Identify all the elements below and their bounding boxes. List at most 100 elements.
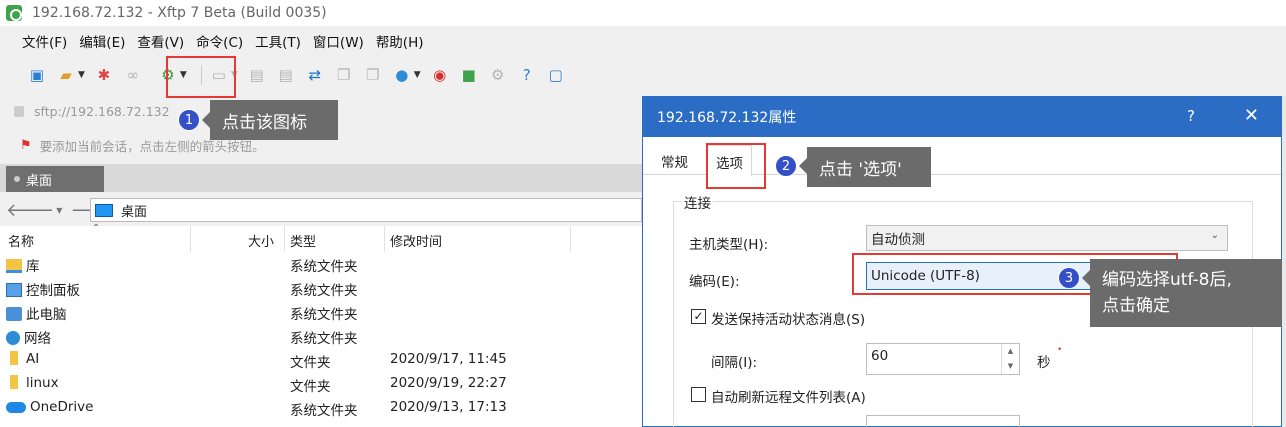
red-mark-icon: • — [1057, 345, 1063, 355]
table-row[interactable]: 此电脑 系统文件夹 — [0, 300, 642, 324]
keepalive-checkbox[interactable]: ✓ — [691, 309, 706, 324]
host-type-select[interactable]: 自动侦测 ⌄ — [866, 225, 1228, 251]
globe-dropdown-icon[interactable]: ▼ — [414, 70, 421, 80]
dialog-close-button[interactable]: ✕ — [1244, 105, 1259, 126]
connection-group-label: 连接 — [682, 192, 713, 212]
computer-icon — [6, 307, 22, 321]
back-dropdown-icon[interactable]: ▼ — [56, 206, 62, 215]
autorefresh-checkbox[interactable] — [691, 387, 706, 402]
col-header-name[interactable]: 名称 — [8, 231, 34, 250]
column-divider[interactable] — [570, 226, 571, 252]
autorefresh-label: 自动刷新远程文件列表(A) — [711, 390, 866, 406]
open-dropdown-icon[interactable]: ▼ — [78, 70, 85, 80]
tab-desktop[interactable]: 桌面 — [6, 166, 104, 192]
file-name: linux — [26, 375, 59, 391]
address-bar[interactable]: sftp://192.168.72.132 — [14, 100, 204, 122]
title-bar: 192.168.72.132 - Xftp 7 Beta (Build 0035… — [0, 0, 1286, 26]
table-row[interactable]: 库 系统文件夹 — [0, 252, 642, 276]
menu-file[interactable]: 文件(F) — [16, 31, 73, 51]
lock-icon — [14, 105, 24, 117]
host-type-value: 自动侦测 — [871, 232, 925, 248]
highlight-properties-icon — [166, 56, 236, 98]
dialog-title-bar: 192.168.72.132属性 ? ✕ — [643, 97, 1281, 137]
menu-view[interactable]: 查看(V) — [131, 31, 190, 51]
file-name: 库 — [26, 259, 40, 275]
file-type: 系统文件夹 — [290, 403, 358, 419]
file-type: 文件夹 — [290, 379, 331, 395]
sort-caret-icon: ⌃ — [92, 223, 101, 234]
menu-command[interactable]: 命令(C) — [190, 31, 249, 51]
menu-edit[interactable]: 编辑(E) — [73, 31, 131, 51]
file-modified: 2020/9/19, 22:27 — [390, 375, 507, 391]
interval-label: 间隔(I): — [711, 355, 758, 371]
upload-icon: ▤ — [249, 66, 264, 84]
sync-icon[interactable]: ⇄ — [304, 64, 326, 86]
col-header-modified[interactable]: 修改时间 — [390, 231, 442, 250]
file-name: AI — [26, 351, 40, 367]
highlight-options-tab — [706, 143, 766, 189]
tab-status-icon — [14, 176, 20, 182]
callout-3: 编码选择utf-8后, 点击确定 — [1090, 259, 1282, 327]
control-panel-icon — [6, 283, 22, 297]
onedrive-icon — [6, 402, 26, 413]
col-header-type[interactable]: 类型 — [290, 231, 316, 250]
table-row[interactable]: OneDrive 系统文件夹 2020/9/13, 17:13 — [0, 396, 642, 420]
menu-help[interactable]: 帮助(H) — [370, 31, 430, 51]
file-name: 控制面板 — [26, 283, 80, 299]
address-value: sftp://192.168.72.132 — [34, 103, 170, 119]
column-divider[interactable] — [190, 226, 191, 252]
table-row[interactable]: 网络 系统文件夹 — [0, 324, 642, 348]
file-type: 系统文件夹 — [290, 259, 358, 275]
col-header-size[interactable]: 大小 — [248, 231, 274, 250]
bookmark-icon[interactable]: ⚑ — [20, 138, 32, 153]
settings-icon[interactable]: ⚙ — [487, 64, 509, 86]
xftp-app-icon — [6, 5, 22, 21]
paste-icon: ❐ — [366, 66, 380, 84]
callout-3-line2: 点击确定 — [1102, 296, 1170, 316]
spin-buttons[interactable]: ▲ ▼ — [1001, 344, 1019, 374]
callout-2-text: 点击 '选项' — [819, 159, 902, 180]
help-icon[interactable]: ? — [516, 64, 538, 86]
xshell-icon[interactable]: ◉ — [429, 64, 451, 86]
interval-unit: 秒 — [1037, 355, 1051, 371]
keepalive-label: 发送保持活动状态消息(S) — [711, 312, 866, 328]
table-row[interactable]: AI 文件夹 2020/9/17, 11:45 — [0, 348, 642, 372]
column-divider[interactable] — [284, 226, 285, 252]
open-folder-icon[interactable]: ▰ — [55, 64, 77, 86]
file-name: OneDrive — [30, 399, 94, 415]
new-session-icon[interactable]: ▣ — [26, 64, 48, 86]
disconnect-icon[interactable]: ✱ — [93, 64, 115, 86]
xftp-icon[interactable]: ■ — [458, 64, 480, 86]
globe-icon[interactable]: ● — [391, 64, 413, 86]
tab-desktop-label: 桌面 — [26, 173, 53, 189]
menu-tools[interactable]: 工具(T) — [249, 31, 307, 51]
local-path-field[interactable]: 桌面 — [90, 198, 642, 222]
local-tab-strip: 桌面 — [0, 164, 642, 192]
chat-icon[interactable]: ▢ — [545, 64, 567, 86]
file-type: 文件夹 — [290, 355, 331, 371]
file-type: 系统文件夹 — [290, 283, 358, 299]
callout-arrow-icon — [799, 158, 807, 174]
menu-bar: 文件(F) 编辑(E) 查看(V) 命令(C) 工具(T) 窗口(W) 帮助(H… — [0, 26, 1286, 56]
tab-general[interactable]: 常规 — [661, 151, 688, 171]
file-list-header: 名称 ⌃ 大小 类型 修改时间 — [0, 223, 642, 252]
callout-1: 点击该图标 — [210, 100, 338, 140]
encoding-label: 编码(E): — [689, 274, 740, 290]
file-type: 系统文件夹 — [290, 331, 358, 347]
table-row[interactable]: 控制面板 系统文件夹 — [0, 276, 642, 300]
column-divider[interactable] — [384, 226, 385, 252]
reconnect-icon: ∞ — [126, 66, 140, 84]
local-file-list: 名称 ⌃ 大小 类型 修改时间 库 系统文件夹 控制面板 系统文件夹 此电脑 系… — [0, 223, 642, 427]
callout-1-text: 点击该图标 — [222, 112, 307, 133]
file-type: 系统文件夹 — [290, 307, 358, 323]
file-modified: 2020/9/17, 11:45 — [390, 351, 507, 367]
copy-icon: ❐ — [337, 66, 351, 84]
path-value: 桌面 — [121, 204, 148, 220]
desktop-icon — [95, 203, 113, 217]
interval-input[interactable]: 60 ▲ ▼ — [866, 343, 1020, 375]
table-row[interactable]: linux 文件夹 2020/9/19, 22:27 — [0, 372, 642, 396]
dialog-help-button[interactable]: ? — [1187, 107, 1195, 125]
menu-window[interactable]: 窗口(W) — [307, 31, 370, 51]
callout-2: 点击 '选项' — [807, 147, 931, 187]
back-arrow-icon[interactable]: 🡐 — [6, 200, 54, 221]
